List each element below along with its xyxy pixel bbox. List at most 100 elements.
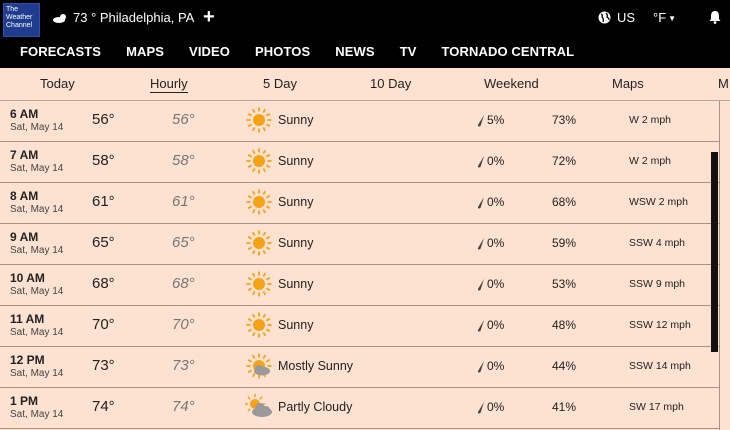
tab-weekend[interactable]: Weekend — [484, 76, 539, 91]
hour-date: Sat, May 14 — [10, 327, 64, 338]
hour-date: Sat, May 14 — [10, 409, 64, 420]
partly-cloudy-icon — [245, 394, 272, 417]
hour-date: Sat, May 14 — [10, 204, 64, 215]
hour-label: 10 AM — [10, 271, 45, 285]
hourly-row[interactable]: 9 AM Sat, May 14 65° 65° Sunny 0% 59% SSW 4 mph — [0, 224, 720, 265]
precip-chance: 0% — [487, 318, 505, 332]
tab-more[interactable]: M — [718, 76, 729, 91]
sunny-icon — [246, 189, 272, 215]
raindrop-icon — [477, 115, 484, 127]
nav-tv[interactable]: TV — [400, 44, 417, 59]
humidity: 72% — [552, 154, 577, 168]
hour-date: Sat, May 14 — [10, 122, 64, 133]
hourly-row[interactable]: 7 AM Sat, May 14 58° 58° Sunny 0% 72% W 2 mph — [0, 142, 720, 183]
region-selector[interactable]: US — [598, 10, 635, 25]
precip-chance: 0% — [487, 154, 505, 168]
add-location-button[interactable]: + — [203, 7, 215, 27]
wind: SSW 14 mph — [629, 360, 691, 372]
temperature: 61° — [92, 193, 115, 210]
humidity: 73% — [552, 113, 577, 127]
nav-maps[interactable]: MAPS — [126, 44, 164, 59]
feels-like-temperature: 73° — [172, 357, 195, 374]
unit-selector[interactable]: °F ▼ — [653, 10, 676, 25]
humidity: 59% — [552, 236, 577, 250]
feels-like-temperature: 58° — [172, 152, 195, 169]
hourly-row[interactable]: 6 AM Sat, May 14 56° 56° Sunny 5% 73% W 2 mph — [0, 101, 720, 142]
tab-today[interactable]: Today — [40, 76, 75, 91]
raindrop-icon — [477, 156, 484, 168]
feels-like-temperature: 56° — [172, 111, 195, 128]
nav-video[interactable]: VIDEO — [189, 44, 230, 59]
feels-like-temperature: 65° — [172, 234, 195, 251]
hour-date: Sat, May 14 — [10, 286, 64, 297]
hour-date: Sat, May 14 — [10, 245, 64, 256]
hourly-row[interactable]: 12 PM Sat, May 14 73° 73° Mostly Sunny 0% 44% S… — [0, 347, 720, 388]
feels-like-temperature: 68° — [172, 275, 195, 292]
humidity: 68% — [552, 195, 577, 209]
raindrop-icon — [477, 279, 484, 291]
raindrop-icon — [477, 402, 484, 414]
nav-photos[interactable]: PHOTOS — [255, 44, 310, 59]
tab-maps[interactable]: Maps — [612, 76, 644, 91]
hour-label: 6 AM — [10, 107, 39, 121]
humidity: 41% — [552, 400, 577, 414]
hourly-row[interactable]: 10 AM Sat, May 14 68° 68° Sunny 0% 53% SSW 9 mp… — [0, 265, 720, 306]
region-label: US — [617, 10, 636, 25]
main-nav: FORECASTS MAPS VIDEO PHOTOS NEWS TV TORN… — [20, 44, 599, 59]
hourly-row[interactable]: 8 AM Sat, May 14 61° 61° Sunny 0% 68% WSW 2 mph — [0, 183, 720, 224]
hourly-row[interactable]: 1 PM Sat, May 14 74° 74° Partly Cloudy 0% 41% S… — [0, 388, 720, 429]
hour-label: 7 AM — [10, 148, 39, 162]
tab-10-day[interactable]: 10 Day — [370, 76, 411, 91]
logo-line: Weather — [6, 14, 33, 21]
humidity: 48% — [552, 318, 577, 332]
feels-like-temperature: 61° — [172, 193, 195, 210]
nav-tornado-central[interactable]: TORNADO CENTRAL — [442, 44, 575, 59]
unit-label: °F — [653, 10, 667, 25]
precip-chance: 0% — [487, 277, 505, 291]
top-header: The Weather Channel 73 ° Philadelphia, P… — [0, 0, 730, 68]
condition-text: Sunny — [278, 318, 314, 332]
hourly-row[interactable]: 11 AM Sat, May 14 70° 70° Sunny 0% 48% SSW 12 m… — [0, 306, 720, 347]
wind: SW 17 mph — [629, 401, 684, 413]
nav-news[interactable]: NEWS — [335, 44, 374, 59]
raindrop-icon — [477, 320, 484, 332]
temperature: 68° — [92, 275, 115, 292]
hour-label: 1 PM — [10, 394, 39, 408]
globe-icon — [598, 11, 611, 24]
wind: SSW 12 mph — [629, 319, 691, 331]
condition-text: Sunny — [278, 277, 314, 291]
feels-like-temperature: 74° — [172, 398, 195, 415]
mostly-sunny-icon — [246, 353, 272, 379]
bell-icon[interactable] — [709, 10, 721, 24]
sunny-icon — [246, 107, 272, 133]
wind: W 2 mph — [629, 114, 672, 126]
temperature: 56° — [92, 111, 115, 128]
wind: SSW 9 mph — [629, 278, 686, 290]
condition-text: Mostly Sunny — [278, 359, 354, 373]
condition-text: Sunny — [278, 113, 314, 127]
hour-label: 12 PM — [10, 353, 45, 367]
hour-date: Sat, May 14 — [10, 368, 64, 379]
precip-chance: 0% — [487, 195, 505, 209]
temperature: 65° — [92, 234, 115, 251]
scrollbar[interactable] — [711, 152, 718, 352]
raindrop-icon — [477, 238, 484, 250]
precip-chance: 5% — [487, 113, 505, 127]
hour-label: 11 AM — [10, 312, 45, 326]
tab-hourly[interactable]: Hourly — [150, 76, 188, 93]
nav-forecasts[interactable]: FORECASTS — [20, 44, 101, 59]
weather-channel-logo[interactable]: The Weather Channel — [3, 3, 40, 37]
condition-text: Partly Cloudy — [278, 400, 353, 414]
wind: SSW 4 mph — [629, 237, 686, 249]
tab-5-day[interactable]: 5 Day — [263, 76, 297, 91]
sunny-icon — [246, 312, 272, 338]
humidity: 53% — [552, 277, 577, 291]
list-divider — [719, 101, 720, 430]
chevron-down-icon: ▼ — [668, 14, 677, 24]
precip-chance: 0% — [487, 236, 505, 250]
feels-like-temperature: 70° — [172, 316, 195, 333]
raindrop-icon — [477, 197, 484, 209]
precip-chance: 0% — [487, 400, 505, 414]
wind: WSW 2 mph — [629, 196, 688, 208]
current-location[interactable]: 73 ° Philadelphia, PA — [52, 10, 194, 25]
